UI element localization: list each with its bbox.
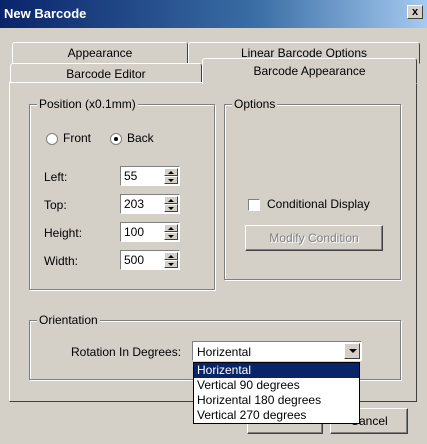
top-value: 203 [124,197,145,211]
options-legend: Options [232,97,278,111]
options-group: Options Conditional Display Modify Condi… [224,97,401,280]
left-spinner[interactable]: 55 [120,166,180,186]
modify-condition-button[interactable]: Modify Condition [245,225,383,251]
close-button[interactable]: x [407,5,423,19]
modify-condition-label: Modify Condition [269,231,359,245]
close-icon: x [411,6,419,18]
position-group: Position (x0.1mm) Front Back Left: 55 To… [29,97,215,290]
tab-barcode-appearance-label: Barcode Appearance [253,64,366,78]
rotation-option[interactable]: Horizental 180 degrees [194,393,359,408]
left-up-button[interactable] [164,168,178,176]
height-down-button[interactable] [164,232,178,240]
height-up-button[interactable] [164,224,178,232]
height-spinner[interactable]: 100 [120,222,180,242]
tab-appearance-label: Appearance [67,46,133,60]
rotation-value: Horizental [197,345,252,359]
top-spinner[interactable]: 203 [120,194,180,214]
top-down-button[interactable] [164,204,178,212]
top-up-button[interactable] [164,196,178,204]
left-value: 55 [124,169,138,183]
back-radio-dot [114,137,118,141]
width-value: 500 [124,253,145,267]
rotation-select[interactable]: Horizental [192,341,362,361]
tab-appearance[interactable]: Appearance [12,42,188,64]
conditional-display-checkbox[interactable] [248,199,260,211]
front-label: Front [63,131,92,145]
width-down-button[interactable] [164,260,178,268]
back-radio[interactable] [110,133,122,145]
tab-barcode-appearance[interactable]: Barcode Appearance [202,58,417,84]
width-label: Width: [44,254,79,268]
back-label: Back [127,131,154,145]
height-value: 100 [124,225,145,239]
front-radio[interactable] [46,133,58,145]
width-up-button[interactable] [164,252,178,260]
left-label: Left: [44,170,68,184]
window-title: New Barcode [4,6,87,21]
orientation-legend: Orientation [37,313,100,327]
rotation-option[interactable]: Vertical 90 degrees [194,378,359,393]
left-down-button[interactable] [164,176,178,184]
position-legend: Position (x0.1mm) [37,97,138,111]
rotation-label: Rotation In Degrees: [71,345,182,359]
title-bar: New Barcode x [0,0,427,28]
rotation-option[interactable]: Horizental [194,363,359,378]
rotation-option[interactable]: Vertical 270 degrees [194,408,359,423]
chevron-down-icon[interactable] [344,343,360,359]
conditional-display-label: Conditional Display [267,197,370,211]
height-label: Height: [44,226,83,240]
top-label: Top: [44,198,67,212]
rotation-dropdown-list[interactable]: Horizental Vertical 90 degrees Horizenta… [193,362,360,424]
tab-barcode-editor-label: Barcode Editor [66,67,146,81]
width-spinner[interactable]: 500 [120,250,180,270]
